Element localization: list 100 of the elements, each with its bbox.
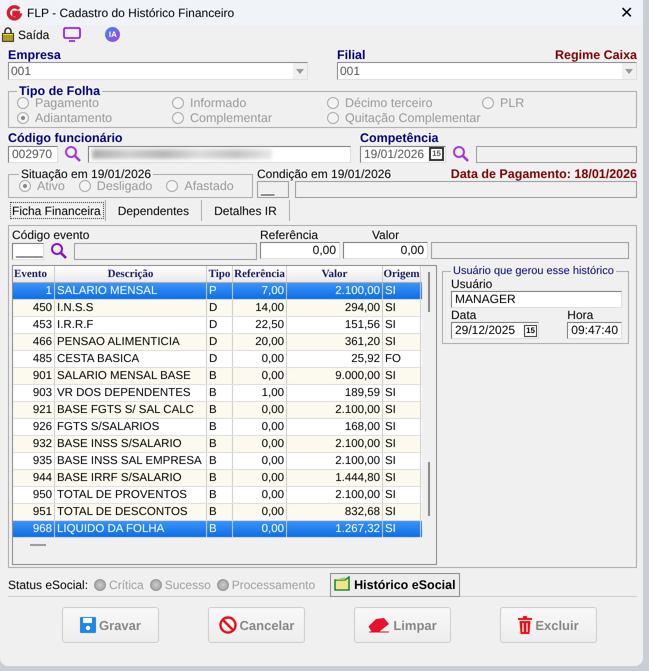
- radio-button[interactable]: [327, 112, 339, 124]
- employee-code-field[interactable]: 002970: [8, 146, 58, 162]
- radio-button[interactable]: [17, 112, 29, 124]
- event-code-field[interactable]: ____: [12, 242, 44, 260]
- table-cell: 0,00: [233, 368, 287, 384]
- prohibited-icon: [218, 616, 237, 634]
- regime-label: Regime Caixa: [555, 48, 637, 62]
- table-cell: 0,00: [233, 487, 287, 503]
- column-header[interactable]: Tipo: [207, 266, 233, 282]
- radio-button[interactable]: [19, 180, 31, 192]
- table-cell: 168,00: [287, 419, 383, 435]
- table-cell: 294,00: [287, 300, 383, 316]
- status-text: Processamento: [232, 578, 316, 592]
- table-cell: BASE IRRF S/SALARIO: [55, 470, 207, 486]
- table-row[interactable]: 921 BASE FGTS S/ SAL CALC B 0,00 2.100,00 SI: [13, 402, 422, 419]
- scrollbar-thumb[interactable]: [428, 272, 430, 312]
- calendar-button[interactable]: 15: [524, 324, 537, 336]
- field-label: Condição em 19/01/2026: [257, 167, 392, 181]
- table-cell: B: [207, 470, 233, 486]
- table-row[interactable]: 935 BASE INSS SAL EMPRESA B 0,00 2.100,00 SI: [13, 453, 422, 470]
- time-field[interactable]: 09:47:40: [567, 322, 622, 339]
- scrollbar-thumb[interactable]: [428, 462, 430, 516]
- table-cell: D: [207, 300, 233, 316]
- ai-button[interactable]: IA: [105, 27, 120, 42]
- tab[interactable]: Detalhes IR: [202, 200, 290, 221]
- table-row[interactable]: 453 I.R.R.F D 22,50 151,56 SI: [13, 317, 422, 334]
- table-row[interactable]: 901 SALARIO MENSAL BASE B 0,00 9.000,00 SI: [13, 368, 422, 385]
- table-cell: 151,56: [287, 317, 383, 333]
- calendar-button[interactable]: 15: [429, 147, 444, 161]
- value-field[interactable]: 0,00: [343, 242, 428, 259]
- table-cell: 968: [13, 521, 55, 537]
- field-label: Filial: [337, 48, 366, 62]
- table-row[interactable]: 926 FGTS S/SALARIOS B 0,00 168,00 SI: [13, 419, 422, 436]
- table-cell: B: [207, 402, 233, 418]
- window-title: FLP - Cadastro do Histórico Financeiro: [27, 6, 236, 20]
- status-lamp-icon: [94, 578, 106, 590]
- radio-button[interactable]: [172, 112, 184, 124]
- radio-button[interactable]: [327, 97, 339, 109]
- table-cell: 0,00: [233, 504, 287, 520]
- table-cell: 932: [13, 436, 55, 452]
- table-cell: CESTA BASICA: [55, 351, 207, 367]
- radio-button[interactable]: [166, 180, 178, 192]
- text-field[interactable]: [476, 146, 637, 162]
- user-field[interactable]: MANAGER: [451, 291, 622, 308]
- column-header[interactable]: Evento: [13, 266, 55, 282]
- table-cell: 1: [13, 283, 55, 299]
- text-field[interactable]: [295, 181, 637, 198]
- table-cell: 1.267,32: [287, 521, 383, 537]
- table-row[interactable]: 968 LIQUIDO DA FOLHA B 0,00 1.267,32 SI: [13, 521, 422, 538]
- radio-button[interactable]: [482, 97, 494, 109]
- table-cell: SI: [383, 521, 421, 537]
- column-header[interactable]: Referência: [233, 266, 287, 282]
- table-cell: BASE FGTS S/ SAL CALC: [55, 402, 207, 418]
- column-header[interactable]: Descrição: [55, 266, 207, 282]
- tab[interactable]: Dependentes: [106, 200, 202, 221]
- table-row[interactable]: 466 PENSAO ALIMENTICIA D 20,00 361,20 SI: [13, 334, 422, 351]
- branch-dropdown[interactable]: 001: [337, 62, 637, 80]
- table-cell: SI: [383, 419, 421, 435]
- radio-button[interactable]: [17, 97, 29, 109]
- reference-field[interactable]: 0,00: [260, 242, 340, 259]
- table-row[interactable]: 951 TOTAL DE DESCONTOS B 0,00 832,68 SI: [13, 504, 422, 521]
- table-cell: LIQUIDO DA FOLHA: [55, 521, 207, 537]
- column-header[interactable]: Valor: [287, 266, 383, 282]
- table-cell: 944: [13, 470, 55, 486]
- group-title: Usuário que gerou esse histórico: [452, 265, 615, 277]
- condition-code-field[interactable]: __: [257, 181, 289, 198]
- close-button[interactable]: ✕: [616, 2, 637, 22]
- field-label: Referência: [260, 228, 320, 242]
- table-row[interactable]: 1 SALARIO MENSAL P 7,00 2.100,00 SI: [13, 283, 422, 300]
- table-row[interactable]: 944 BASE IRRF S/SALARIO B 0,00 1.444,80 SI: [13, 470, 422, 487]
- table-cell: SI: [383, 368, 421, 384]
- text-field[interactable]: [74, 242, 257, 260]
- table-cell: 0,00: [233, 351, 287, 367]
- search-icon[interactable]: [50, 242, 68, 260]
- table-cell: 466: [13, 334, 55, 350]
- employee-name-field[interactable]: [88, 146, 351, 162]
- status-label: Status eSocial:: [8, 578, 88, 592]
- table-row[interactable]: 950 TOTAL DE PROVENTOS B 0,00 2.100,00 SI: [13, 487, 422, 504]
- table-row[interactable]: 450 I.N.S.S D 14,00 294,00 SI: [13, 300, 422, 317]
- table-row[interactable]: 485 CESTA BASICA D 0,00 25,92 FO: [13, 351, 422, 368]
- exit-button[interactable]: Saída: [2, 27, 50, 42]
- table-cell: P: [207, 283, 233, 299]
- company-dropdown[interactable]: 001: [8, 62, 308, 80]
- text-field[interactable]: [431, 242, 629, 259]
- search-icon[interactable]: [64, 145, 82, 163]
- date-field[interactable]: 19/01/2026 15: [360, 146, 446, 162]
- esocial-history-button[interactable]: Histórico eSocial: [330, 572, 460, 596]
- table-cell: 1.444,80: [287, 470, 383, 486]
- field-label: Código evento: [12, 228, 90, 242]
- table-cell: 950: [13, 487, 55, 503]
- table-row[interactable]: 903 VR DOS DEPENDENTES B 1,00 189,59 SI: [13, 385, 422, 402]
- search-icon[interactable]: [452, 145, 470, 163]
- radio-button[interactable]: [172, 97, 184, 109]
- table-cell: BASE INSS S/SALARIO: [55, 436, 207, 452]
- table-row[interactable]: 932 BASE INSS S/SALARIO B 0,00 2.100,00 SI: [13, 436, 422, 453]
- column-header[interactable]: Origem: [383, 266, 421, 282]
- date-field[interactable]: 29/12/2025 15: [451, 322, 539, 339]
- radio-button[interactable]: [78, 180, 91, 192]
- tab[interactable]: Ficha Financeira: [8, 200, 106, 221]
- monitor-icon[interactable]: [63, 27, 82, 42]
